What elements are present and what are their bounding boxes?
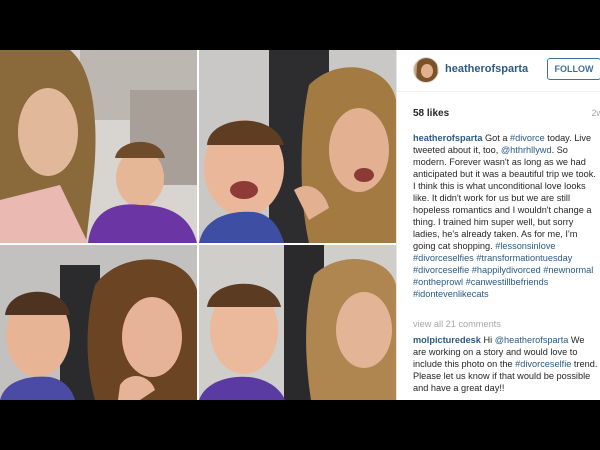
follow-button[interactable]: FOLLOW: [547, 58, 600, 80]
hashtag-link[interactable]: #happilydivorced: [472, 265, 541, 275]
caption-text: Got a: [482, 133, 511, 143]
hashtag-link[interactable]: #newnormal: [543, 265, 593, 275]
likes-count[interactable]: 58 likes: [413, 108, 449, 119]
hashtag-link[interactable]: #divorceselfies: [413, 253, 474, 263]
view-all-comments-link[interactable]: view all 21 comments: [413, 319, 501, 329]
selfie-photo-1: [0, 50, 197, 243]
post-caption: heatherofsparta Got a #divorce today. Li…: [413, 132, 599, 300]
hashtag-link[interactable]: #divorceselfie: [515, 359, 571, 369]
instagram-post: heatherofsparta FOLLOW 58 likes 2w heath…: [0, 50, 600, 400]
avatar[interactable]: [413, 57, 439, 83]
hashtag-link[interactable]: #transformationtuesday: [476, 253, 572, 263]
selfie-photo-4: [199, 245, 396, 400]
post-header: heatherofsparta FOLLOW: [397, 50, 600, 92]
comment: molpicturedesk Hi @heatherofsparta We ar…: [413, 334, 599, 394]
hashtag-link[interactable]: #divorce: [510, 133, 545, 143]
comment-author[interactable]: molpicturedesk: [413, 335, 481, 345]
selfie-photo-2: [199, 50, 396, 243]
post-username[interactable]: heatherofsparta: [445, 63, 528, 75]
mention-link[interactable]: @hthrhllywd: [501, 145, 552, 155]
post-age: 2w: [591, 108, 600, 118]
selfie-photo-3: [0, 245, 197, 400]
photo-collage[interactable]: [0, 50, 396, 400]
comment-text: Hi: [480, 335, 495, 345]
hashtag-link[interactable]: #canwestillbefriends: [466, 277, 549, 287]
caption-author[interactable]: heatherofsparta: [413, 133, 482, 143]
hashtag-link[interactable]: #idontevenlikecats: [413, 289, 489, 299]
post-sidebar: heatherofsparta FOLLOW 58 likes 2w heath…: [396, 50, 600, 400]
hashtag-link[interactable]: #divorceselfie: [413, 265, 469, 275]
post-meta: 58 likes 2w: [413, 108, 600, 122]
hashtag-link[interactable]: #ontheprowl: [413, 277, 463, 287]
hashtag-link[interactable]: #lessonsinlove: [495, 241, 555, 251]
mention-link[interactable]: @heatherofsparta: [495, 335, 569, 345]
caption-text: . So modern. Forever wasn't as long as w…: [413, 145, 596, 251]
